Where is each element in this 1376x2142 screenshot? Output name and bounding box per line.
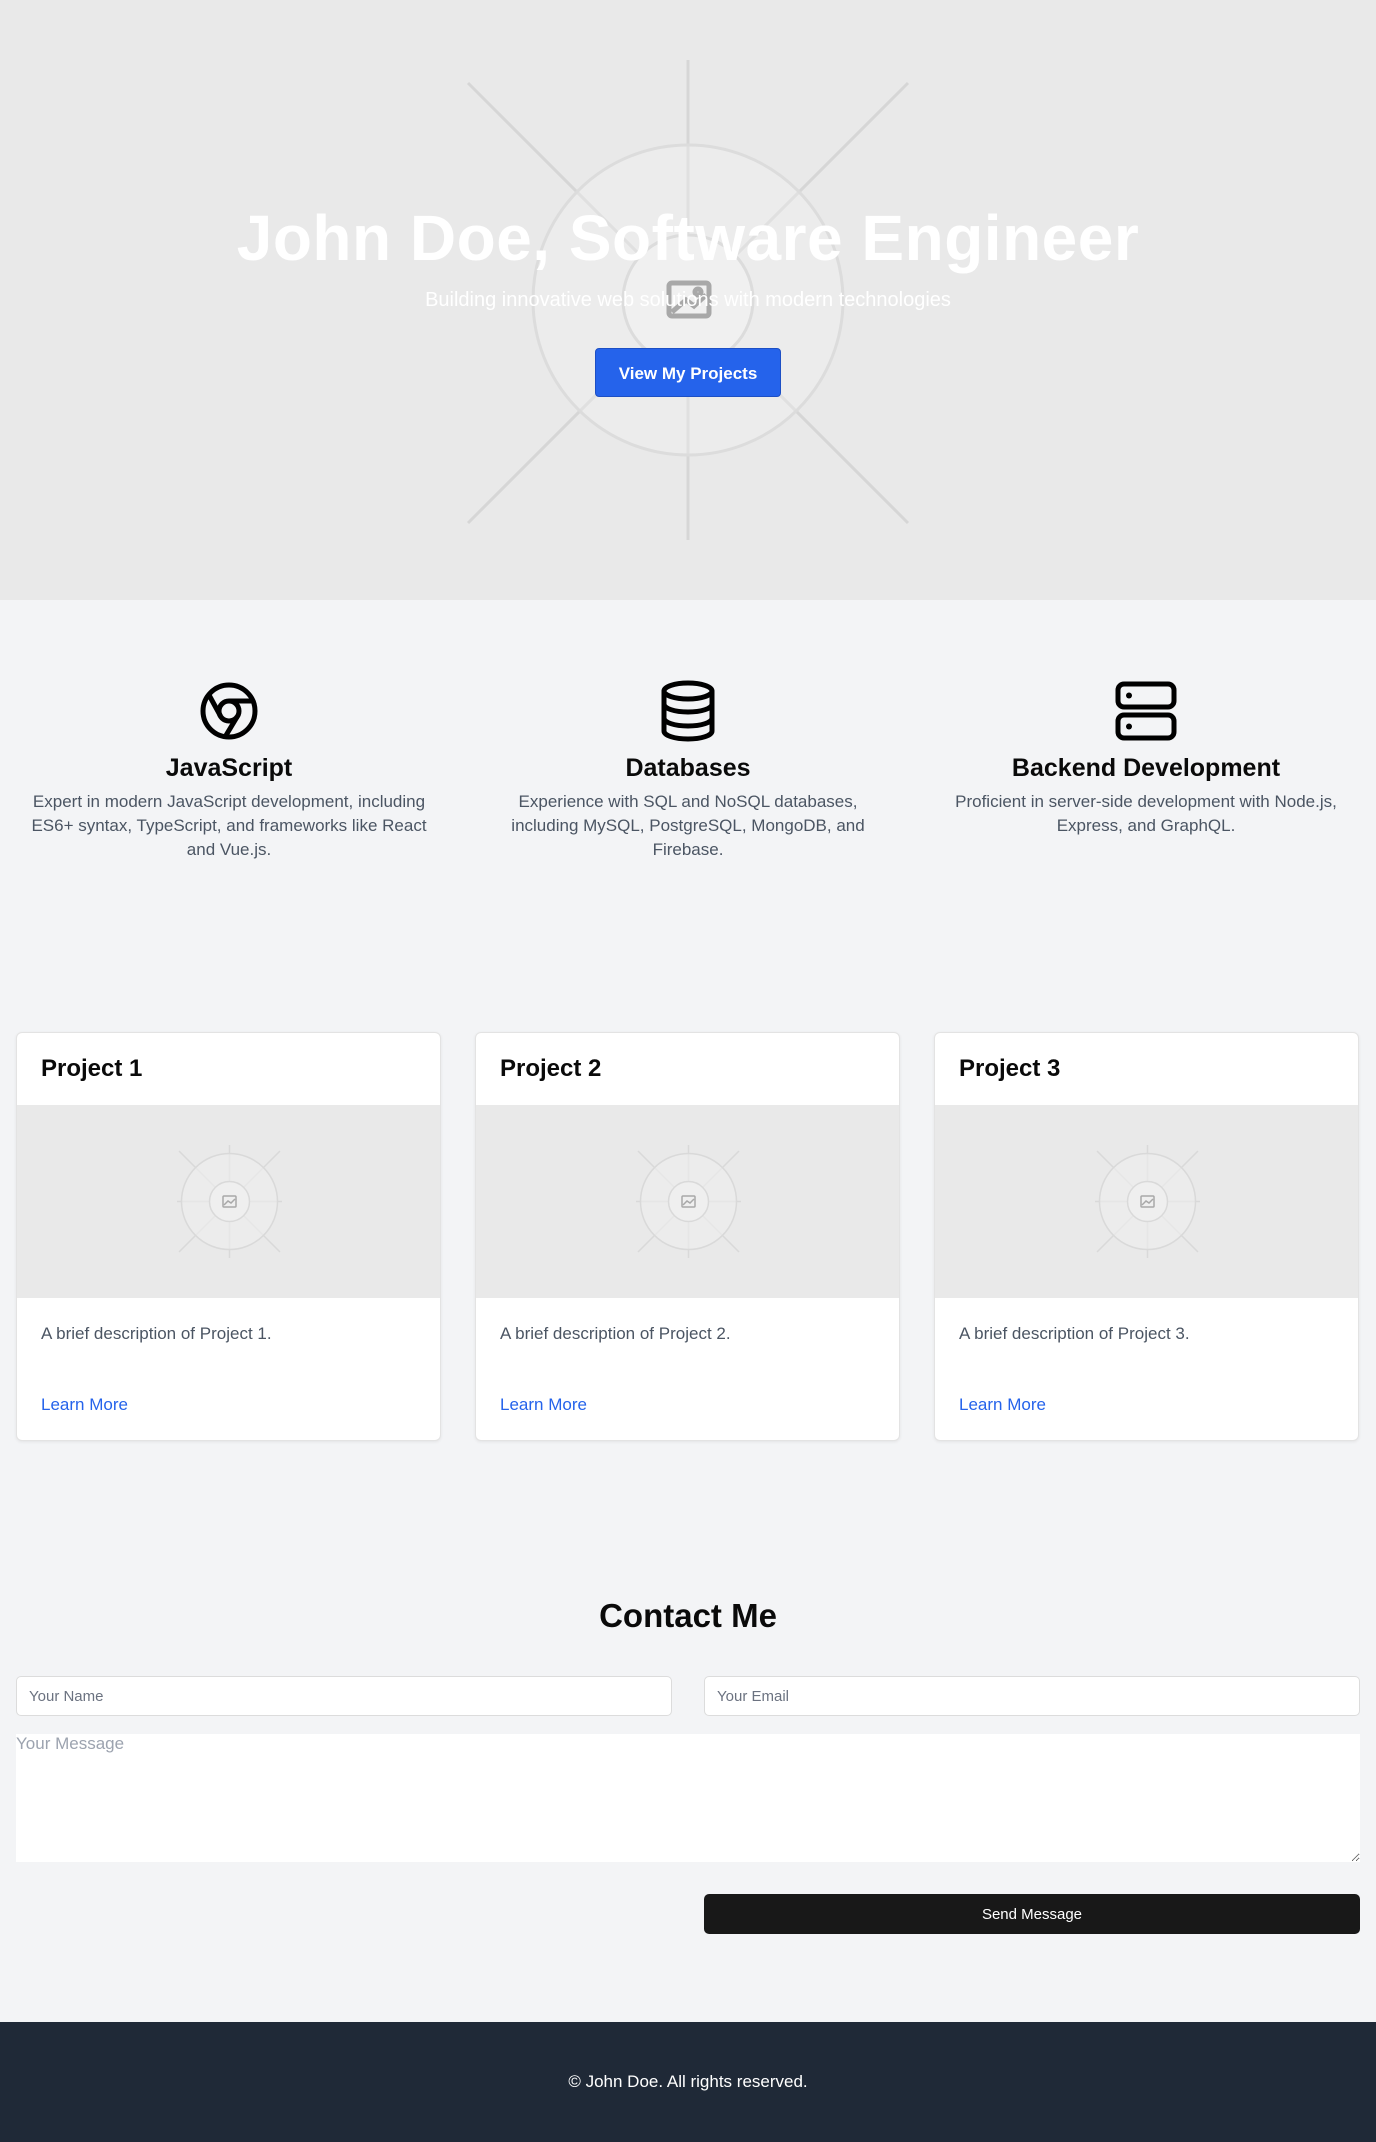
- project-title: Project 3: [959, 1055, 1061, 1082]
- server-icon: [1115, 681, 1177, 741]
- copyright-text: © John Doe. All rights reserved.: [568, 2072, 808, 2091]
- skill-title: Backend Development: [1011, 754, 1281, 782]
- contact-section: Contact Me Send Message: [0, 1514, 1376, 2022]
- contact-title: Contact Me: [599, 1597, 777, 1634]
- hero-content: John Doe, Software Engineer Building inn…: [0, 200, 1376, 397]
- email-field[interactable]: [704, 1676, 1360, 1716]
- project-card: Project 1 A brief description of Project…: [16, 1032, 441, 1441]
- view-projects-button[interactable]: View My Projects: [595, 348, 781, 397]
- learn-more-link[interactable]: Learn More: [959, 1395, 1046, 1415]
- hero-title: John Doe, Software Engineer: [236, 202, 1140, 274]
- project-description: A brief description of Project 2.: [500, 1324, 731, 1343]
- hero-section: John Doe, Software Engineer Building inn…: [0, 0, 1376, 600]
- skill-card-databases: Databases Experience with SQL and NoSQL …: [483, 680, 893, 862]
- chrome-icon: [200, 682, 258, 740]
- database-icon: [661, 680, 715, 742]
- learn-more-link[interactable]: Learn More: [500, 1395, 587, 1415]
- skill-description: Proficient in server-side development wi…: [955, 792, 1337, 835]
- project-title: Project 1: [41, 1055, 143, 1082]
- project-description: A brief description of Project 3.: [959, 1324, 1190, 1343]
- message-field[interactable]: [16, 1734, 1360, 1862]
- project-description: A brief description of Project 1.: [41, 1324, 272, 1343]
- skill-title: Databases: [625, 754, 751, 782]
- hero-subtitle: Building innovative web solutions with m…: [425, 289, 951, 311]
- project-image-placeholder: [476, 1105, 899, 1298]
- project-card: Project 2 A brief description of Project…: [475, 1032, 900, 1441]
- project-card: Project 3 A brief description of Project…: [934, 1032, 1359, 1441]
- skill-description: Expert in modern JavaScript development,…: [31, 792, 427, 859]
- project-title: Project 2: [500, 1055, 602, 1082]
- skills-section: JavaScript Expert in modern JavaScript d…: [0, 600, 1376, 1014]
- learn-more-link[interactable]: Learn More: [41, 1395, 128, 1415]
- skill-card-javascript: JavaScript Expert in modern JavaScript d…: [24, 680, 434, 862]
- skill-card-backend: Backend Development Proficient in server…: [941, 680, 1351, 838]
- project-image-placeholder: [935, 1105, 1358, 1298]
- projects-section: Project 1 A brief description of Project…: [0, 1014, 1376, 1514]
- project-image-placeholder: [17, 1105, 440, 1298]
- footer: © John Doe. All rights reserved.: [0, 2022, 1376, 2142]
- name-field[interactable]: [16, 1676, 672, 1716]
- skill-description: Experience with SQL and NoSQL databases,…: [511, 792, 865, 859]
- skill-title: JavaScript: [165, 754, 293, 782]
- send-message-button[interactable]: Send Message: [704, 1894, 1360, 1934]
